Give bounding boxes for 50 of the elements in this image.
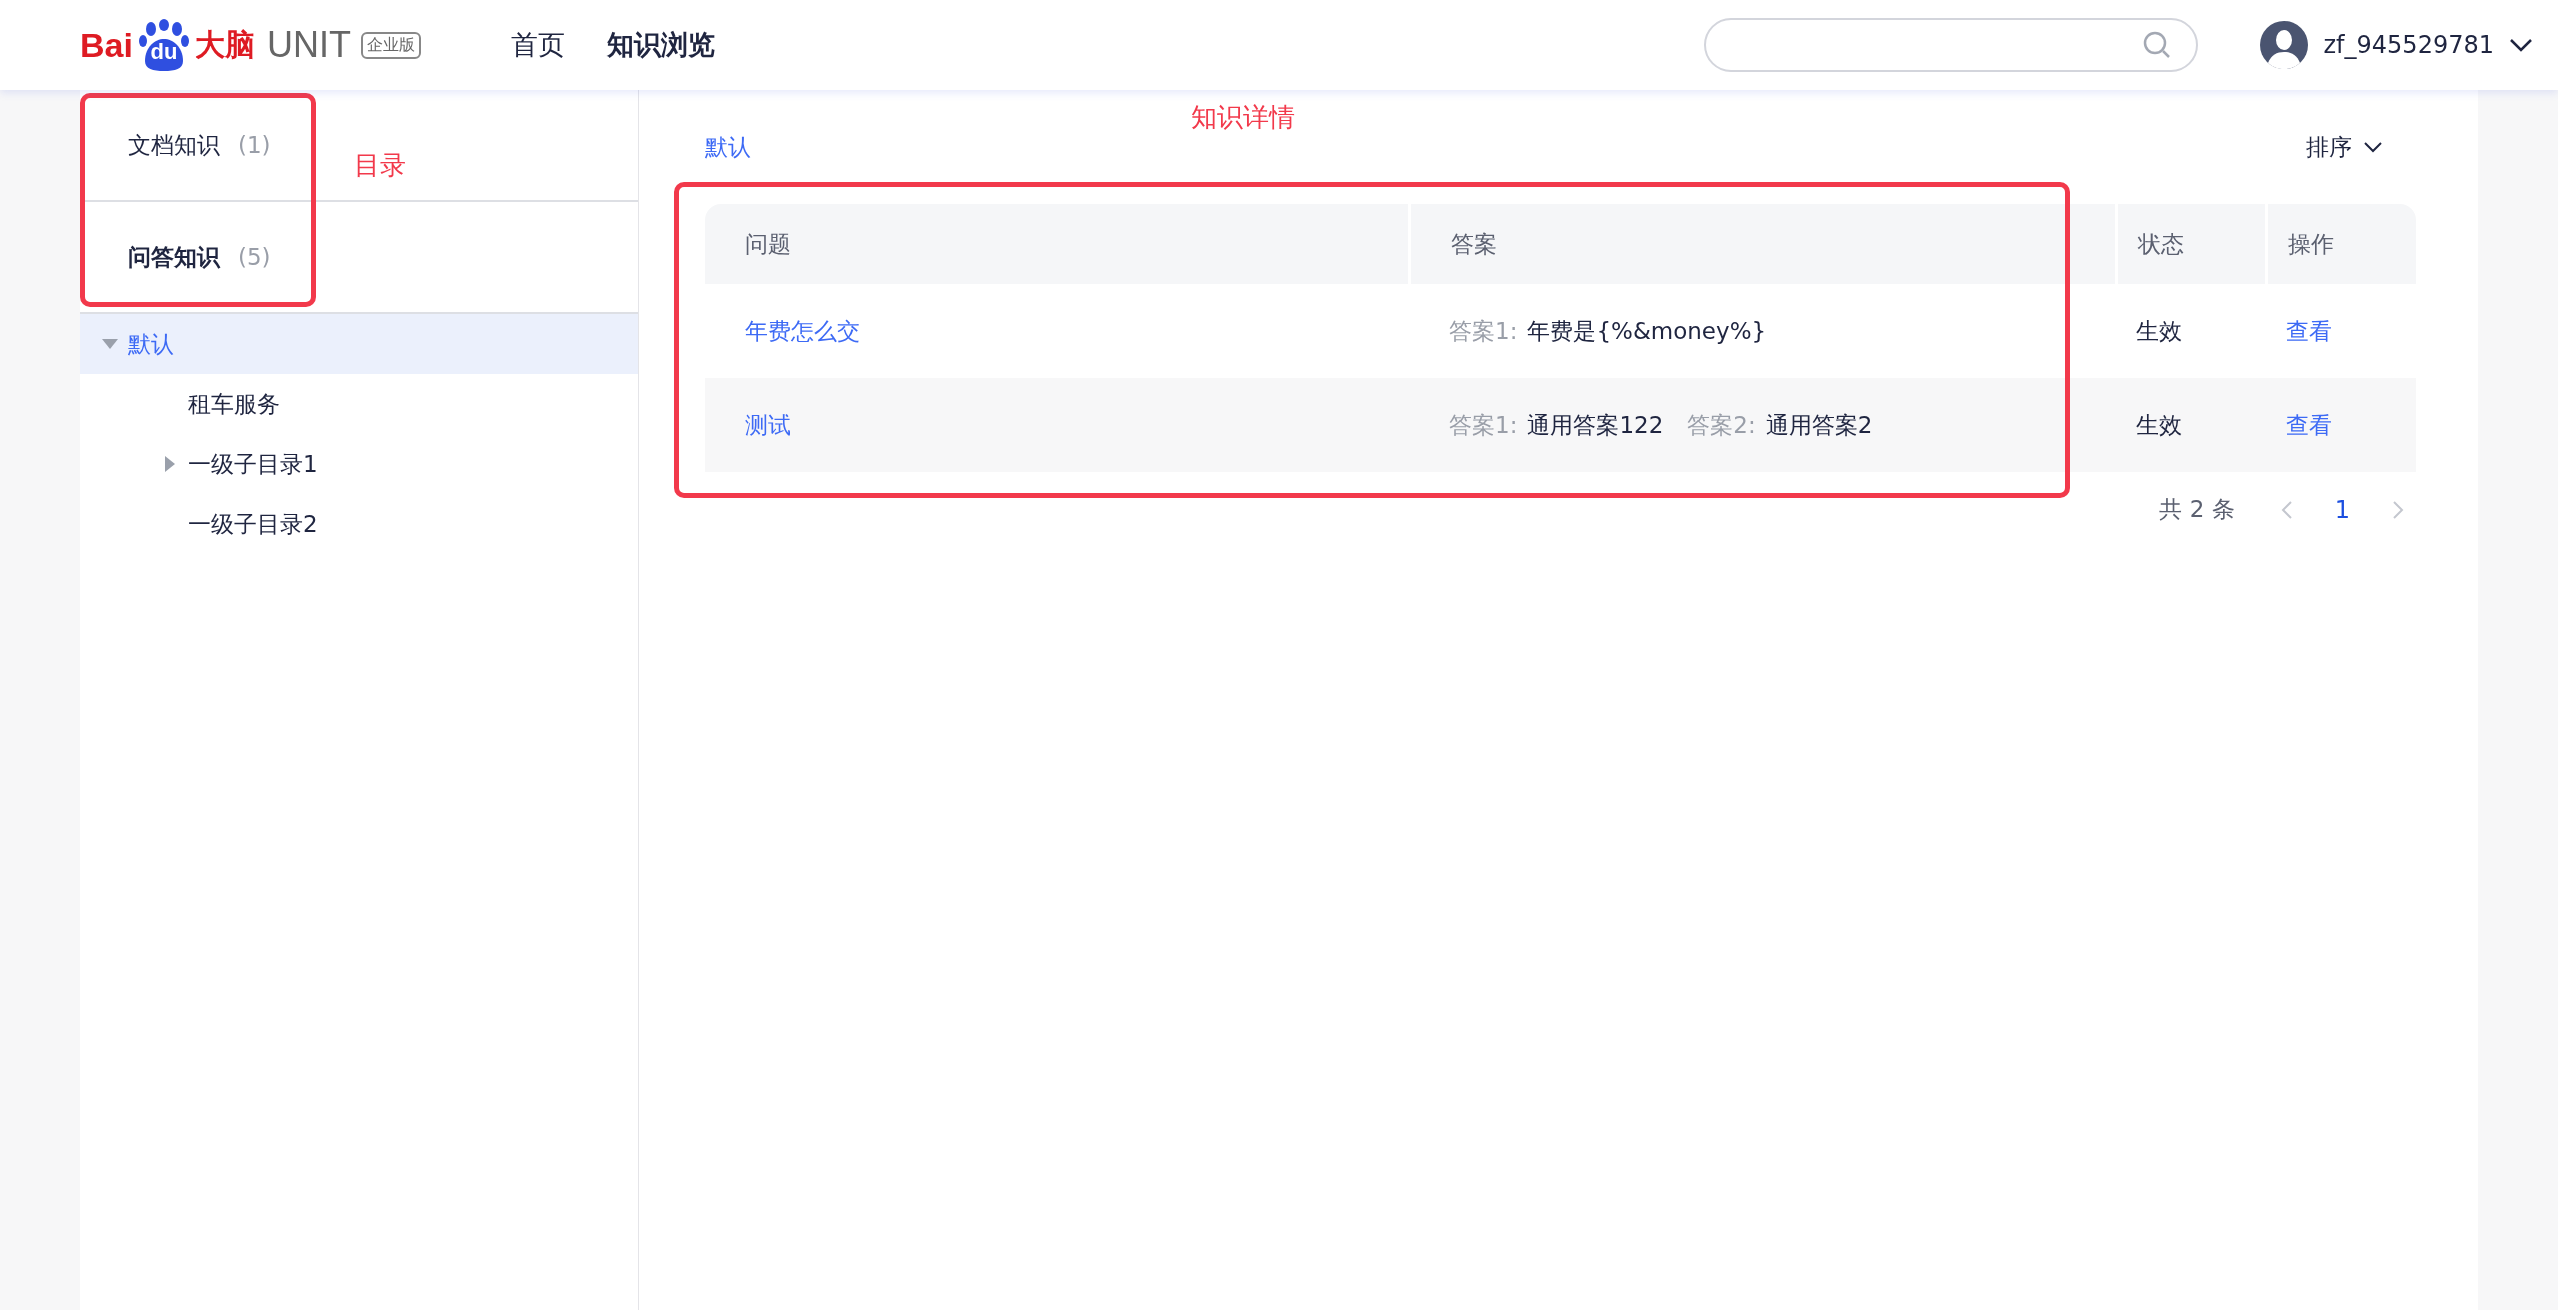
column-header: 问题 (705, 204, 1409, 284)
tree-row[interactable]: 一级子目录2 (80, 494, 638, 554)
view-link[interactable]: 查看 (2286, 411, 2332, 438)
chevron-down-icon (2364, 141, 2382, 153)
product-name: UNIT (266, 24, 351, 66)
username[interactable]: zf_945529781 (2323, 31, 2494, 59)
tree-item-label: 默认 (128, 329, 174, 359)
avatar-icon[interactable] (2259, 21, 2308, 69)
question-link[interactable]: 年费怎么交 (745, 317, 860, 344)
answer-label: 答案1: (1449, 411, 1518, 438)
caret-right-icon[interactable] (165, 456, 175, 472)
tree-row[interactable]: 默认 (80, 314, 638, 374)
total-count: 共 2 条 (2159, 495, 2235, 524)
tree-row[interactable]: 租车服务 (80, 374, 638, 434)
tree-item-label: 一级子目录1 (188, 449, 318, 479)
caret-down-icon[interactable] (102, 339, 118, 349)
annotation-label: 目录 (354, 149, 406, 182)
status-text: 生效 (2136, 317, 2182, 344)
tab-count: (1) (238, 132, 271, 158)
logo-text: Bai (80, 25, 133, 65)
tab-count: (5) (238, 244, 271, 270)
search-icon[interactable] (2141, 30, 2172, 60)
answer-text: 通用答案2 (1765, 411, 1873, 438)
tree-item-label: 租车服务 (188, 389, 280, 419)
status-text: 生效 (2136, 411, 2182, 438)
column-header: 操作 (2266, 204, 2416, 284)
annotation-label: 知识详情 (1191, 101, 1295, 134)
question-link[interactable]: 测试 (745, 411, 791, 438)
chevron-down-icon[interactable] (2510, 38, 2532, 52)
tab-label: 文档知识 (128, 130, 220, 160)
breadcrumb-link[interactable]: 默认 (705, 131, 751, 163)
edition-badge: 企业版 (360, 31, 421, 59)
page-button[interactable]: 1 (2328, 494, 2356, 525)
tree-item-label: 一级子目录2 (188, 509, 318, 539)
logo-text: 大脑 (194, 25, 255, 64)
answer-text: 通用答案122 (1527, 411, 1664, 438)
answer-label: 答案2: (1687, 411, 1756, 438)
next-page-icon[interactable] (2392, 499, 2404, 520)
answer-text: 年费是{%&money%} (1527, 317, 1767, 344)
tree-row[interactable]: 一级子目录1 (80, 434, 638, 494)
answer-label: 答案1: (1449, 317, 1518, 344)
column-header: 答案 (1409, 204, 2116, 284)
search-field[interactable] (1703, 18, 2198, 72)
tab-label: 问答知识 (128, 242, 220, 272)
previous-page-icon[interactable] (2280, 499, 2293, 520)
sort-dropdown[interactable]: 排序 (2300, 130, 2388, 164)
nav-link[interactable]: 首页 (510, 27, 565, 63)
nav-link[interactable]: 知识浏览 (606, 27, 715, 63)
view-link[interactable]: 查看 (2286, 317, 2332, 344)
column-header: 状态 (2116, 204, 2266, 284)
